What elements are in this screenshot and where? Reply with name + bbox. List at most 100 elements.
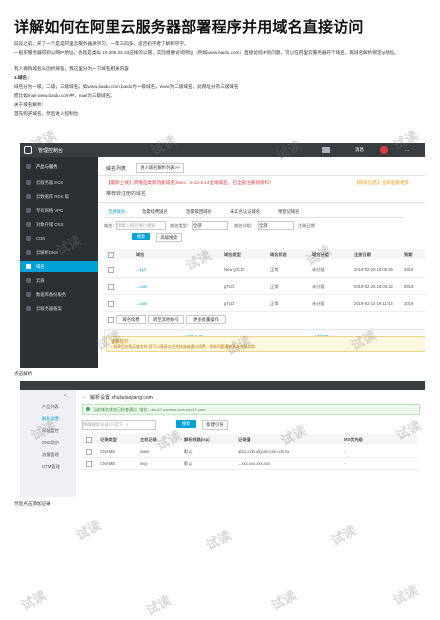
col-domain: 域名 [136,252,145,257]
sidebar-item-traffic[interactable]: 流量管理 [42,452,59,458]
domain-status: 正常 [270,284,279,289]
sidebar-item-gtm[interactable]: GTM管理 [42,464,60,470]
domain-list-dropdown[interactable]: 进入域名解析列表>> [136,163,184,173]
domain-search-input[interactable]: 请输入域名进行搜索 [116,221,166,230]
domain-group: 未分组 [312,284,325,289]
sidebar-item-resolution[interactable]: 解析设置 [42,416,59,422]
domain-console-screenshot: 管理控制台 消息 ... 产品与服务 云服务器 ECS 云数据库 RDS 版 专… [20,143,425,368]
server-icon [26,180,31,185]
sidebar-item-cdn[interactable]: CDN [20,233,98,244]
table-row[interactable]: ...com gTLD 正常 未分组 2019-02-23 18:05:32 2… [104,278,425,295]
col-group: 域名分组 [312,252,329,257]
tab-preregister[interactable]: 预登记域名 [278,209,299,215]
bulk-checkbox[interactable] [108,317,114,323]
add-guide-button[interactable]: 新建引导 [202,420,228,430]
search-button[interactable]: 搜索 [176,420,196,428]
select-all-checkbox[interactable] [86,437,92,443]
menu-icon [26,164,31,169]
watermark: 试读 [268,587,299,614]
reg-date-label: 注册日期 [298,223,315,228]
table-row[interactable]: CNAME www 默认 abc1.cdn.aliyun.com.cdn.tw … [82,446,418,458]
col-status: 域名状态 [270,252,287,257]
file-icon [26,306,31,311]
domain-status: 正常 [270,301,279,306]
expiry-date: 2019 [404,301,414,306]
paragraph: 关于域名解析： [14,102,47,107]
collapse-icon[interactable]: < [64,393,67,399]
storage-icon [26,222,31,227]
domain-link[interactable]: ...com [136,284,147,289]
article-title: 详解如何在阿里云服务器部署程序并用域名直接访问 [14,19,364,36]
bulk-actions-dropdown[interactable]: 更多批量操作 [186,315,226,324]
notice-text: • 如果您在购买域名时,您可以直接点击完成或者通过续费，如有问题请联系域名服务商 [111,345,255,349]
domain-link[interactable]: ...com [136,301,147,306]
table-row[interactable]: ...com gTLD 正常 未分组 2019-02-12 19:11:43 2… [104,295,425,312]
paragraph: 首先购买域名，然后进入控制台 [14,111,79,116]
type-filter-label: 域名类型： [170,223,191,228]
type-select[interactable]: 全部 [192,221,228,230]
transfer-account-button[interactable]: 转至其他账号 [148,315,184,324]
tab-all[interactable]: 全部域名 [108,209,125,215]
row-checkbox[interactable] [108,267,114,273]
col-line: 解析线路(isp) [184,437,210,442]
sidebar-header[interactable]: 产品与服务 [20,161,98,172]
watermark: 试读 [73,517,104,544]
check-icon [86,407,90,411]
cdn-icon [26,236,31,241]
renew-button[interactable]: 域名续费 [116,315,146,324]
tab-unverified[interactable]: 未实名认证域名 [230,209,260,215]
tab-renew[interactable]: 急需续费域名 [142,209,168,215]
sidebar-item-domain[interactable]: 域名 [20,261,98,272]
record-line: 默认 [184,461,193,466]
search-icon[interactable] [322,147,330,153]
row-checkbox[interactable] [86,461,92,467]
page-title: 域名列表 [106,166,127,172]
console-home-link[interactable]: 管理控制台 [38,147,63,154]
sidebar-item-products[interactable]: 产品列表 [42,404,59,410]
back-arrow-icon[interactable]: ← [82,394,87,400]
record-line: 默认 [184,449,193,454]
sidebar-item-oss[interactable]: 对象存储 OSS [20,219,98,230]
tab-redeem[interactable]: 急需赎回域名 [186,209,212,215]
col-type: 域名类型 [224,252,241,257]
row-checkbox[interactable] [86,449,92,455]
group-filter-label: 域名分组： [234,223,255,228]
search-button[interactable]: 搜索 [132,233,150,240]
col-value: 记录值 [238,437,251,442]
select-all-checkbox[interactable] [108,252,114,258]
domain-tabs: 全部域名 急需续费域名 急需赎回域名 未实名认证域名 预登记域名 [104,207,404,218]
domain-type: gTLD [224,301,235,306]
console-topbar [20,381,425,390]
advanced-search-button[interactable]: 高级搜索 [156,233,182,242]
watermark: 试读 [328,522,359,549]
record-value: ...xxx.xxx.xxx.xxx [238,461,271,466]
row-checkbox[interactable] [108,284,114,290]
record-search-input[interactable]: 精确搜索记录(只读下...) [82,420,156,430]
sidebar-item-dns[interactable]: 云解析DNS [20,247,98,258]
divider [98,175,425,176]
paragraph: 域名分为一级，二级，三级域名，如www.baidu.com,baidu为一级域名… [14,84,239,89]
recommend-label: 推荐转注册的域名 [106,191,147,197]
col-record-type: 记录类型 [100,437,117,442]
promo-banner[interactable]: 【最新上线】新增品类新功能域名,beer、9.12-9.14全线域名，已全部注册… [106,180,274,186]
domain-link[interactable]: ...xyz [136,267,146,272]
sidebar-item-monitor[interactable]: 网站监控 [42,428,59,434]
network-icon [26,208,31,213]
sidebar-item-ecs[interactable]: 云服务器 ECS [20,177,98,188]
message-link[interactable]: 消息 [355,147,364,153]
promo-link[interactable]: 【购买信息】立即查看更多 [354,180,409,186]
sidebar-item-rds[interactable]: 云数据库 RDS 版 [20,191,98,202]
sidebar-item-dns-protect[interactable]: DNS防护 [42,440,59,446]
table-row[interactable]: CNAME img 默认 ...xxx.xxx.xxx.xxx - [82,458,418,470]
sidebar-item-filing[interactable]: 云服务器备案 [20,303,98,314]
sidebar-item-vpc[interactable]: 专有网络 VPC [20,205,98,216]
row-checkbox[interactable] [108,301,114,307]
record-value: abc1.cdn.aliyun.com.cdn.tw [238,449,290,454]
record-host: img [140,461,147,466]
group-select[interactable]: 全部 [258,221,294,230]
record-host: www [140,449,150,454]
table-row[interactable]: ...xyz New gTLD 正常 未分组 2019-02-23 18:05:… [104,261,425,278]
more-menu[interactable]: ... [405,147,409,153]
sidebar-item-backup[interactable]: 数据库备份服务 [20,289,98,300]
sidebar-item-security[interactable]: 云盾 [20,275,98,286]
